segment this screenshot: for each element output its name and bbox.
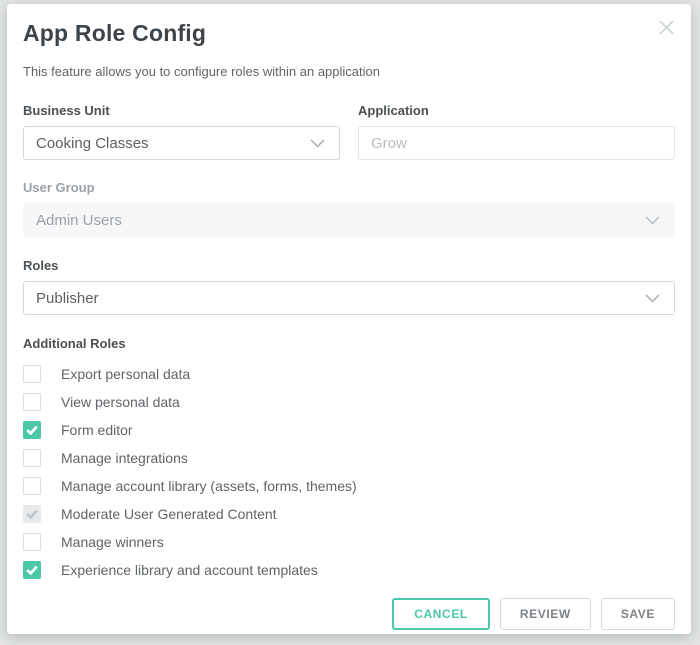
roles-select[interactable]: Publisher xyxy=(23,281,675,315)
checkbox[interactable] xyxy=(23,393,41,411)
application-input[interactable] xyxy=(358,126,675,160)
checkbox-row[interactable]: Form editor xyxy=(23,416,675,444)
cancel-button[interactable]: CANCEL xyxy=(392,598,490,630)
checkmark-icon xyxy=(26,537,38,547)
roles-value: Publisher xyxy=(36,290,99,307)
checkbox-label: Moderate User Generated Content xyxy=(61,506,277,522)
chevron-down-icon xyxy=(310,139,325,148)
field-row-top: Business Unit Cooking Classes Applicatio… xyxy=(23,103,675,160)
checkmark-icon xyxy=(26,509,38,519)
checkbox-label: Manage account library (assets, forms, t… xyxy=(61,478,357,494)
application-field: Application xyxy=(358,103,675,160)
user-group-label: User Group xyxy=(23,180,675,195)
save-button[interactable]: SAVE xyxy=(601,598,675,630)
checkbox-row[interactable]: View personal data xyxy=(23,388,675,416)
checkbox-label: Manage integrations xyxy=(61,450,188,466)
checkbox-label: View personal data xyxy=(61,394,180,410)
checkbox-row[interactable]: Manage account library (assets, forms, t… xyxy=(23,472,675,500)
chevron-down-icon xyxy=(645,216,660,225)
checkbox-label: Manage winners xyxy=(61,534,164,550)
business-unit-select[interactable]: Cooking Classes xyxy=(23,126,340,160)
checkbox-label: Export personal data xyxy=(61,366,190,382)
app-role-config-dialog: App Role Config This feature allows you … xyxy=(7,4,691,634)
user-group-field: User Group Admin Users xyxy=(23,180,675,237)
additional-roles-section: Additional Roles Export personal data Vi… xyxy=(23,336,675,584)
close-icon xyxy=(658,19,675,36)
user-group-select: Admin Users xyxy=(23,203,675,237)
business-unit-field: Business Unit Cooking Classes xyxy=(23,103,340,160)
checkmark-icon xyxy=(26,369,38,379)
application-label: Application xyxy=(358,103,675,118)
checkbox[interactable] xyxy=(23,477,41,495)
roles-field: Roles Publisher xyxy=(23,258,675,315)
close-button[interactable] xyxy=(655,16,677,38)
checkbox[interactable] xyxy=(23,561,41,579)
dialog-footer: CANCEL REVIEW SAVE xyxy=(23,598,675,630)
checkmark-icon xyxy=(26,425,38,435)
checkmark-icon xyxy=(26,565,38,575)
business-unit-label: Business Unit xyxy=(23,103,340,118)
review-button[interactable]: REVIEW xyxy=(500,598,591,630)
checkbox[interactable] xyxy=(23,365,41,383)
checkbox[interactable] xyxy=(23,449,41,467)
chevron-down-icon xyxy=(645,294,660,303)
checkmark-icon xyxy=(26,481,38,491)
checkbox-row[interactable]: Manage integrations xyxy=(23,444,675,472)
checkbox-row: Moderate User Generated Content xyxy=(23,500,675,528)
checkbox xyxy=(23,505,41,523)
checkbox-label: Experience library and account templates xyxy=(61,562,318,578)
checkbox[interactable] xyxy=(23,421,41,439)
checkbox-row[interactable]: Export personal data xyxy=(23,360,675,388)
checkbox[interactable] xyxy=(23,533,41,551)
business-unit-value: Cooking Classes xyxy=(36,135,149,152)
dialog-title: App Role Config xyxy=(23,20,675,47)
user-group-value: Admin Users xyxy=(36,212,122,229)
additional-roles-list: Export personal data View personal data … xyxy=(23,360,675,584)
dialog-subtitle: This feature allows you to configure rol… xyxy=(23,64,675,79)
checkbox-row[interactable]: Manage winners xyxy=(23,528,675,556)
roles-label: Roles xyxy=(23,258,675,273)
checkmark-icon xyxy=(26,453,38,463)
additional-roles-label: Additional Roles xyxy=(23,336,675,351)
checkmark-icon xyxy=(26,397,38,407)
checkbox-row[interactable]: Experience library and account templates xyxy=(23,556,675,584)
checkbox-label: Form editor xyxy=(61,422,133,438)
